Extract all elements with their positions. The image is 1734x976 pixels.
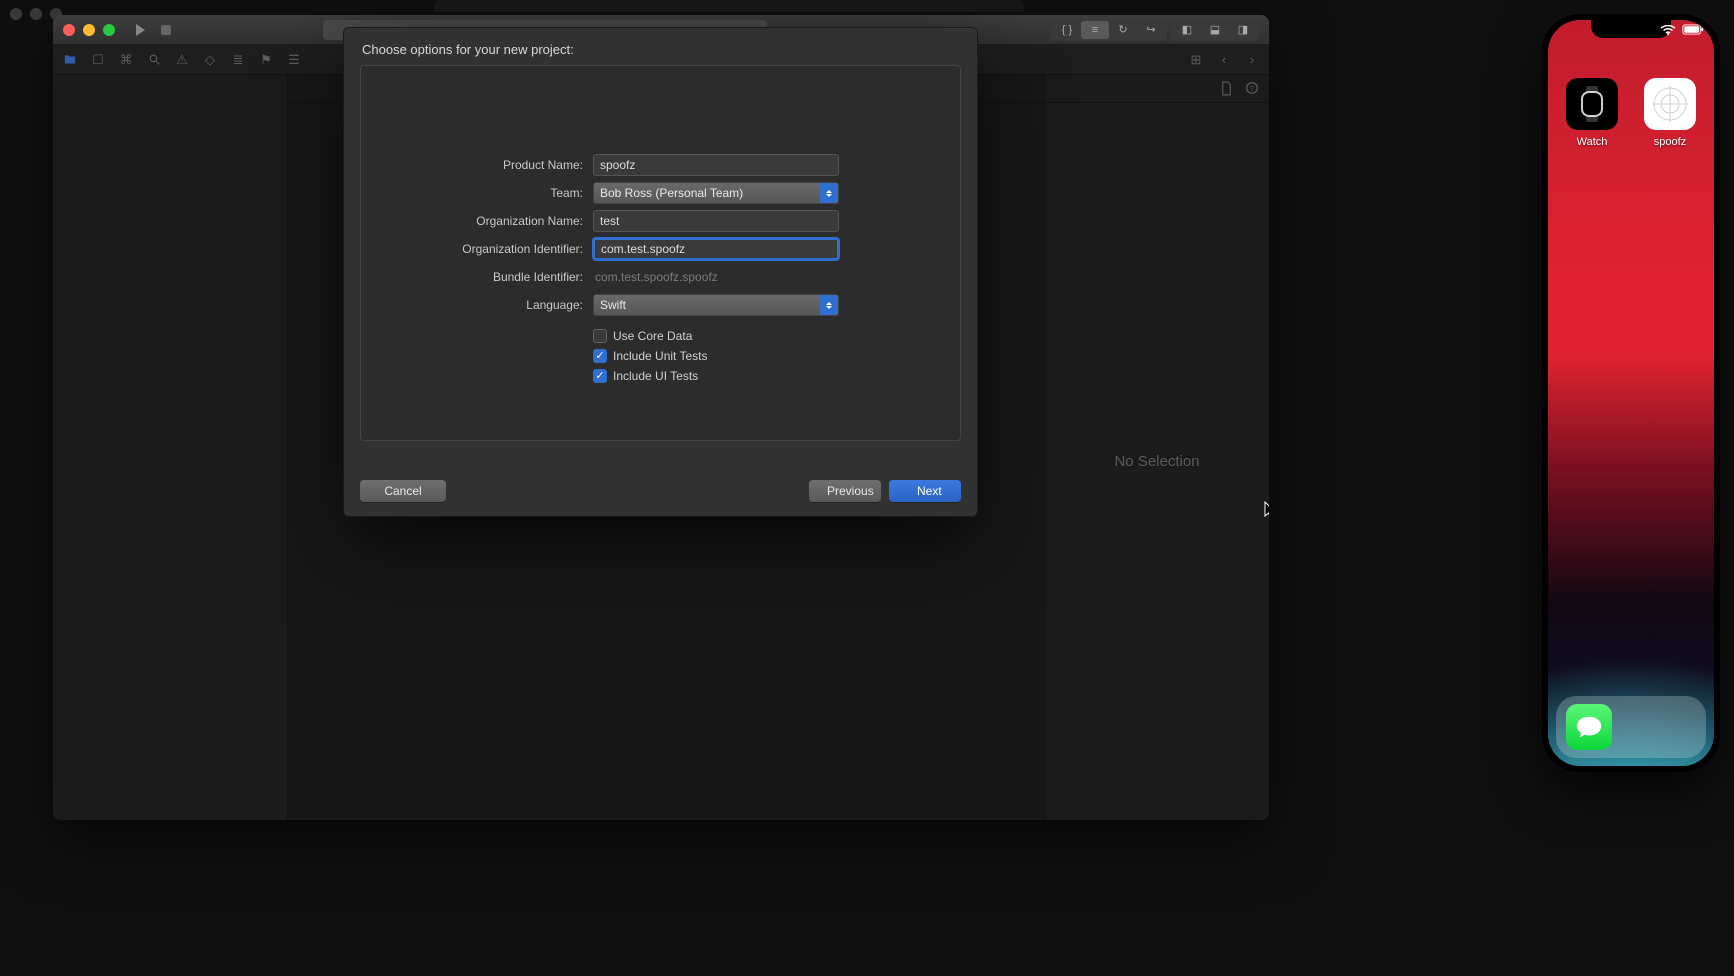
use-core-data-label: Use Core Data [613, 329, 692, 343]
include-ui-tests-label: Include UI Tests [613, 369, 698, 383]
stop-button[interactable] [155, 19, 177, 41]
next-button[interactable]: Next [889, 480, 961, 502]
xcode-window: { } ≡ ↻ ↪ ◧ ⬓ ◨ ☐ ⌘ ⚠ ◇ ≣ ⚑ ☰ ⊞ ‹ › [53, 15, 1269, 820]
quick-help-inspector-tab[interactable]: ? [1245, 81, 1259, 96]
team-popup-value: Bob Ross (Personal Team) [600, 186, 743, 200]
debug-navigator-tab[interactable]: ≣ [229, 51, 247, 69]
organization-name-field[interactable] [593, 210, 839, 232]
project-navigator-panel [53, 75, 288, 820]
home-screen-apps: Watch spoofz [1548, 78, 1714, 148]
device-notch [1591, 20, 1671, 38]
use-core-data-checkbox[interactable] [593, 329, 607, 343]
status-bar [1660, 24, 1704, 35]
ios-simulator-device: Watch spoofz [1542, 14, 1720, 772]
spoofz-app[interactable]: spoofz [1643, 78, 1697, 148]
cancel-button[interactable]: Cancel [360, 480, 446, 502]
team-popup[interactable]: Bob Ross (Personal Team) [593, 182, 839, 204]
panel-toggle-segment[interactable]: ◧ ⬓ ◨ [1171, 19, 1259, 41]
symbol-navigator-tab[interactable]: ⌘ [117, 51, 135, 69]
chevron-updown-icon [820, 295, 838, 315]
close-window-button[interactable] [63, 24, 75, 36]
language-popup[interactable]: Swift [593, 294, 839, 316]
messages-icon [1574, 712, 1604, 742]
toggle-debug-area-button[interactable]: ⬓ [1201, 21, 1229, 39]
wifi-icon [1660, 25, 1676, 35]
inspector-empty-label: No Selection [1045, 103, 1269, 820]
home-screen-dock [1556, 696, 1706, 758]
include-ui-tests-checkbox[interactable] [593, 369, 607, 383]
battery-icon [1682, 24, 1704, 35]
find-navigator-tab[interactable] [145, 51, 163, 69]
product-name-field[interactable] [593, 154, 839, 176]
zoom-window-button[interactable] [103, 24, 115, 36]
bundle-identifier-label: Bundle Identifier: [361, 270, 593, 284]
include-unit-tests-label: Include Unit Tests [613, 349, 708, 363]
watch-app[interactable]: Watch [1565, 78, 1619, 148]
inspector-panel: ? No Selection [1044, 75, 1269, 820]
include-unit-tests-checkbox[interactable] [593, 349, 607, 363]
minimize-window-button[interactable] [83, 24, 95, 36]
standard-editor-button[interactable]: { } [1053, 21, 1081, 39]
simulator-screen[interactable]: Watch spoofz [1548, 20, 1714, 766]
watch-app-label: Watch [1577, 136, 1608, 148]
authors-editor-button[interactable]: ↪ [1137, 21, 1165, 39]
assistant-editor-button[interactable]: ≡ [1081, 21, 1109, 39]
report-navigator-tab[interactable]: ☰ [285, 51, 303, 69]
organization-name-label: Organization Name: [361, 214, 593, 228]
spoofz-app-label: spoofz [1654, 136, 1686, 148]
play-icon [136, 24, 145, 36]
source-control-navigator-tab[interactable]: ☐ [89, 51, 107, 69]
spoofz-app-icon [1644, 78, 1696, 130]
new-project-options-sheet: Choose options for your new project: Pro… [343, 27, 978, 517]
messages-app[interactable] [1566, 704, 1612, 750]
toggle-navigator-button[interactable]: ◧ [1173, 21, 1201, 39]
team-label: Team: [361, 186, 593, 200]
test-navigator-tab[interactable]: ◇ [201, 51, 219, 69]
language-label: Language: [361, 298, 593, 312]
language-popup-value: Swift [600, 298, 626, 312]
watch-app-icon [1566, 78, 1618, 130]
back-button[interactable]: ‹ [1215, 51, 1233, 69]
window-traffic-lights[interactable] [63, 24, 115, 36]
grid-icon[interactable]: ⊞ [1187, 51, 1205, 69]
background-browser-tab [434, 0, 1024, 12]
version-editor-button[interactable]: ↻ [1109, 21, 1137, 39]
organization-identifier-field[interactable] [593, 238, 839, 260]
toggle-inspector-button[interactable]: ◨ [1229, 21, 1257, 39]
organization-identifier-label: Organization Identifier: [361, 242, 593, 256]
sheet-title: Choose options for your new project: [344, 28, 977, 65]
breakpoint-navigator-tab[interactable]: ⚑ [257, 51, 275, 69]
editor-mode-segment[interactable]: { } ≡ ↻ ↪ [1051, 19, 1167, 41]
product-name-label: Product Name: [361, 158, 593, 172]
chevron-updown-icon [820, 183, 838, 203]
file-inspector-tab[interactable] [1220, 81, 1233, 96]
issue-navigator-tab[interactable]: ⚠ [173, 51, 191, 69]
stop-icon [161, 25, 171, 35]
svg-text:?: ? [1250, 84, 1254, 93]
bundle-identifier-value: com.test.spoofz.spoofz [593, 270, 839, 284]
forward-button[interactable]: › [1243, 51, 1261, 69]
run-button[interactable] [129, 19, 151, 41]
project-navigator-tab[interactable] [61, 51, 79, 69]
previous-button[interactable]: Previous [809, 480, 881, 502]
